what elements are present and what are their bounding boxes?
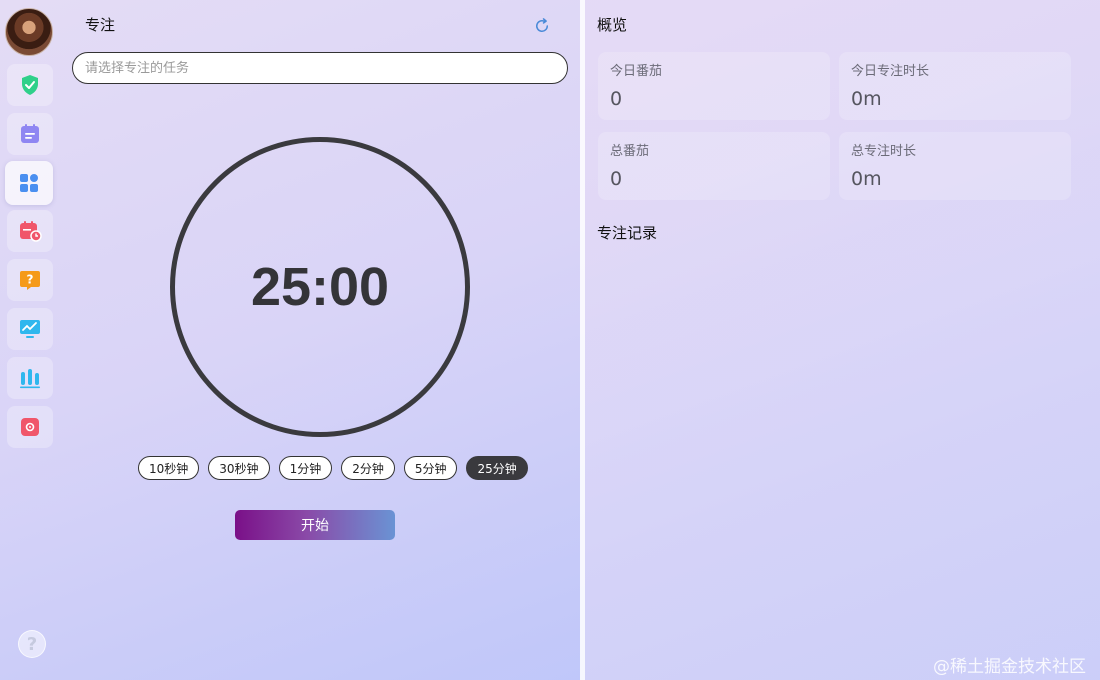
stat-label: 今日专注时长 [851, 64, 930, 79]
stat-card-today-pomodoros: 今日番茄 0 [598, 52, 830, 120]
calendar-clock-icon [20, 221, 42, 242]
svg-text:?: ? [27, 273, 34, 287]
sidebar-item-badge[interactable] [7, 406, 53, 448]
focus-title: 专注 [85, 16, 116, 34]
preset-1m-button[interactable]: 1分钟 [278, 456, 333, 480]
stat-value: 0 [610, 88, 623, 110]
flower-badge-icon [21, 418, 39, 436]
question-chat-icon: ? [20, 271, 40, 290]
calendar-note-icon [21, 124, 39, 143]
sidebar-item-schedule[interactable] [7, 210, 53, 252]
sidebar-item-stats[interactable] [7, 357, 53, 399]
stat-value: 0 [610, 168, 623, 190]
shield-check-icon [22, 75, 38, 95]
start-button[interactable]: 开始 [235, 510, 395, 540]
stat-value: 0m [851, 88, 882, 110]
stat-label: 总番茄 [610, 144, 650, 159]
preset-5m-button[interactable]: 5分钟 [403, 456, 458, 480]
sidebar-item-calendar[interactable] [7, 113, 53, 155]
stat-card-total-pomodoros: 总番茄 0 [598, 132, 830, 200]
monitor-chart-icon [20, 320, 40, 338]
sidebar-item-help[interactable]: ? [7, 259, 53, 301]
stat-label: 今日番茄 [610, 64, 663, 79]
preset-30s-button[interactable]: 30秒钟 [208, 456, 270, 480]
task-select-input[interactable] [72, 52, 568, 84]
duration-presets: 10秒钟 30秒钟 1分钟 2分钟 5分钟 25分钟 [138, 456, 528, 480]
sidebar: ? ? [0, 0, 60, 680]
stat-card-today-focus-time: 今日专注时长 0m [839, 52, 1071, 120]
refresh-icon[interactable] [533, 17, 551, 35]
timer-display: 25:00 [250, 257, 390, 317]
stat-value: 0m [851, 168, 882, 190]
sidebar-item-apps[interactable] [5, 161, 53, 205]
apps-grid-icon [20, 174, 38, 192]
timer-ring: 25:00 [170, 137, 470, 437]
bar-stats-icon [20, 369, 40, 389]
stat-label: 总专注时长 [851, 144, 917, 159]
preset-2m-button[interactable]: 2分钟 [341, 456, 395, 480]
preset-25m-button[interactable]: 25分钟 [466, 456, 528, 480]
overview-title: 概览 [597, 16, 628, 34]
stat-card-total-focus-time: 总专注时长 0m [839, 132, 1071, 200]
sidebar-item-shield[interactable] [7, 64, 53, 106]
avatar[interactable] [5, 8, 53, 56]
help-icon[interactable]: ? [18, 630, 46, 658]
watermark: @稀土掘金技术社区 [933, 657, 1086, 677]
sidebar-item-monitor[interactable] [7, 308, 53, 350]
focus-records-title: 专注记录 [597, 224, 658, 242]
preset-10s-button[interactable]: 10秒钟 [138, 456, 200, 480]
